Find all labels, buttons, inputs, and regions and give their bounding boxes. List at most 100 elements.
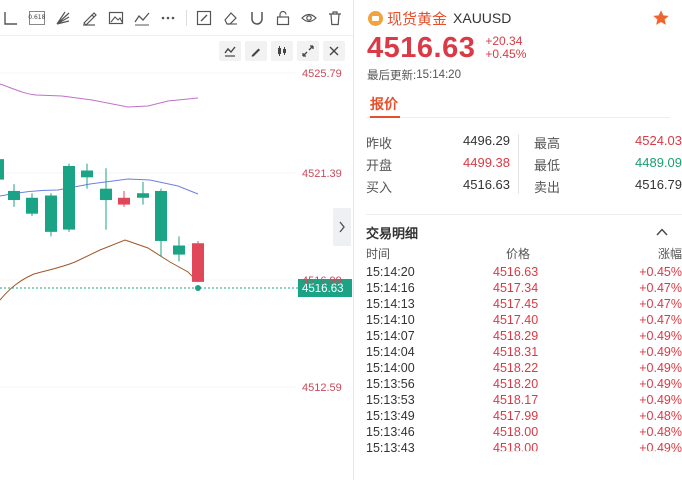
price-change-percent: +0.45% bbox=[485, 47, 527, 61]
indicator-button[interactable] bbox=[219, 41, 241, 61]
change-box: +20.34 +0.45% bbox=[485, 35, 526, 61]
draw-button[interactable] bbox=[245, 41, 267, 61]
watermark-logo bbox=[476, 453, 496, 471]
price-tick-label: 4525.79 bbox=[302, 68, 342, 80]
trade-price: 4517.34 bbox=[493, 281, 539, 295]
trade-details-title: 交易明细 bbox=[366, 225, 419, 241]
trade-change: +0.48% bbox=[639, 425, 682, 439]
watermark-bar bbox=[500, 451, 668, 473]
close-chart-button[interactable] bbox=[323, 41, 345, 61]
tab-active-indicator bbox=[370, 116, 400, 118]
low-value: 4489.09 bbox=[635, 155, 682, 170]
tab-bar: 报价 bbox=[366, 92, 670, 118]
chart-type-button[interactable] bbox=[271, 41, 293, 61]
candle-body bbox=[63, 165, 75, 230]
ma-line-brown bbox=[0, 239, 199, 301]
trade-price: 4516.63 bbox=[493, 265, 539, 279]
trade-row: 15:14:10 4517.40 +0.47% bbox=[366, 313, 682, 329]
candle bbox=[118, 190, 130, 207]
candle bbox=[173, 236, 185, 262]
ma-line-purple bbox=[0, 83, 199, 108]
trade-change: +0.47% bbox=[639, 297, 682, 311]
trade-time: 15:13:43 bbox=[366, 441, 415, 455]
last-price-line: 4516.63 bbox=[0, 279, 352, 297]
trade-price: 4518.00 bbox=[493, 425, 539, 439]
open-label: 开盘 bbox=[366, 158, 393, 173]
watermark-overlay bbox=[476, 449, 668, 475]
candle-body bbox=[192, 243, 204, 282]
close-icon bbox=[329, 46, 339, 56]
update-time: 15:14:20 bbox=[416, 69, 461, 81]
trade-row: 15:14:13 4517.45 +0.47% bbox=[366, 297, 682, 313]
trade-row: 15:14:00 4518.22 +0.49% bbox=[366, 361, 682, 377]
candle bbox=[100, 168, 112, 230]
trade-change: +0.47% bbox=[639, 281, 682, 295]
candle-body bbox=[155, 190, 167, 241]
trade-row: 15:14:07 4518.29 +0.49% bbox=[366, 329, 682, 345]
bid-label: 买入 bbox=[366, 180, 393, 195]
trade-time: 15:14:16 bbox=[366, 281, 415, 295]
stat-row: 开盘 4499.38 最低 4489.09 bbox=[366, 152, 682, 174]
candle-body bbox=[0, 159, 4, 180]
moving-average-lines bbox=[0, 83, 199, 301]
tab-quote[interactable]: 报价 bbox=[370, 94, 398, 114]
high-value: 4524.03 bbox=[635, 133, 682, 148]
candle-body bbox=[173, 245, 185, 255]
col-time: 时间 bbox=[366, 247, 391, 261]
chart-controls bbox=[215, 41, 345, 61]
trade-change: +0.49% bbox=[639, 361, 682, 375]
candle bbox=[155, 188, 167, 257]
last-price: 4516.63 bbox=[367, 31, 476, 64]
trade-time: 15:14:20 bbox=[366, 265, 415, 279]
trade-price: 4517.99 bbox=[493, 409, 539, 423]
chart-grid bbox=[0, 72, 296, 388]
col-price: 价格 bbox=[506, 247, 531, 261]
trade-time: 15:14:04 bbox=[366, 345, 415, 359]
trade-row: 15:14:16 4517.34 +0.47% bbox=[366, 281, 682, 297]
trade-change: +0.48% bbox=[639, 409, 682, 423]
candlestick-chart[interactable]: 4516.63 4525.79 4521.39 4516.99 4512.59 bbox=[0, 0, 353, 480]
quote-panel: 现货黄金 XAUUSD 4516.63 +20.34 +0.45% 最后更新: … bbox=[354, 0, 682, 480]
collapse-panel-button[interactable] bbox=[333, 208, 351, 246]
trade-change: +0.49% bbox=[639, 329, 682, 343]
pencil-icon bbox=[251, 48, 260, 57]
candle-body bbox=[81, 170, 93, 178]
fullscreen-button[interactable] bbox=[297, 41, 319, 61]
trade-list: 15:14:20 4516.63 +0.45% 15:14:16 4517.34 +0.4… bbox=[366, 265, 682, 457]
col-change: 涨幅 bbox=[657, 247, 682, 261]
trade-price: 4517.40 bbox=[493, 313, 539, 327]
high-label: 最高 bbox=[534, 136, 561, 151]
chevron-up-icon[interactable] bbox=[656, 228, 668, 236]
trade-row: 15:14:20 4516.63 +0.45% bbox=[366, 265, 682, 281]
bid-value: 4516.63 bbox=[463, 177, 510, 192]
chart-area[interactable]: 0.618 4516.63 4525.79 4521.39 4516.99 45… bbox=[0, 0, 353, 480]
candle bbox=[137, 181, 149, 205]
stat-row: 昨收 4496.29 最高 4524.03 bbox=[366, 130, 682, 152]
candle bbox=[63, 163, 75, 232]
trade-row: 15:13:53 4518.17 +0.49% bbox=[366, 393, 682, 409]
trade-time: 15:13:53 bbox=[366, 393, 415, 407]
candle bbox=[0, 159, 4, 180]
last-update: 最后更新: 15:14:20 bbox=[366, 66, 670, 84]
candle-body bbox=[26, 197, 38, 214]
update-label: 最后更新: bbox=[367, 70, 417, 82]
candle bbox=[8, 184, 20, 207]
trade-details-header[interactable]: 交易明细 bbox=[366, 215, 670, 245]
trade-time: 15:14:00 bbox=[366, 361, 415, 375]
trade-time: 15:13:49 bbox=[366, 409, 415, 423]
trade-time: 15:13:56 bbox=[366, 377, 415, 391]
trade-row: 15:13:49 4517.99 +0.48% bbox=[366, 409, 682, 425]
candle-body bbox=[8, 190, 20, 201]
price-tick-label: 4512.59 bbox=[302, 382, 342, 394]
favorite-star-icon[interactable] bbox=[652, 9, 670, 27]
trade-change: +0.45% bbox=[639, 265, 682, 279]
stat-row: 买入 4516.63 卖出 4516.79 bbox=[366, 174, 682, 196]
trade-time: 15:14:07 bbox=[366, 329, 415, 343]
candles bbox=[0, 159, 204, 282]
instrument-name: 现货黄金 bbox=[387, 10, 448, 28]
trade-columns: 时间 价格 涨幅 bbox=[366, 245, 682, 263]
trade-change: +0.49% bbox=[639, 393, 682, 407]
price-row: 4516.63 +20.34 +0.45% bbox=[366, 30, 670, 66]
candle-body bbox=[100, 188, 112, 201]
candle-type-icon bbox=[278, 46, 286, 56]
